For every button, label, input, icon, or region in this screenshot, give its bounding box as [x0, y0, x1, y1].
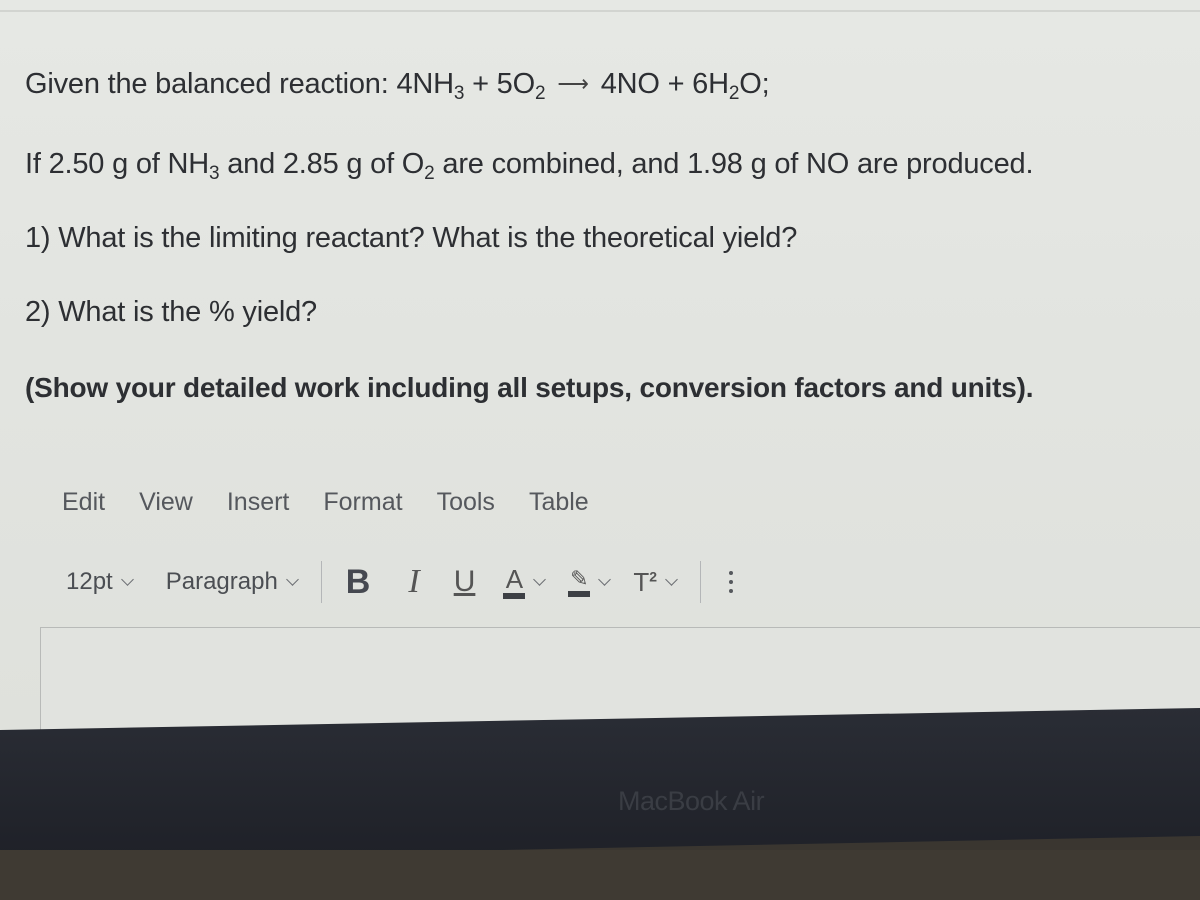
- more-vertical-icon-dot: [729, 589, 734, 593]
- question-part-2: 2) What is the % yield?: [25, 296, 317, 328]
- italic-icon: I: [408, 563, 420, 600]
- device-label: MacBook Air: [618, 786, 765, 816]
- chevron-down-icon: [533, 572, 547, 586]
- arrow-icon: ⟶: [557, 71, 589, 96]
- question-reaction: Given the balanced reaction: 4NH3 + 5O2 ⟶…: [25, 68, 770, 104]
- question-given: If 2.50 g of NH3 and 2.85 g of O2 are co…: [25, 148, 1034, 184]
- chevron-down-icon: [285, 572, 299, 586]
- screen: Given the balanced reaction: 4NH3 + 5O2 ⟶…: [0, 0, 1200, 738]
- editor-toolbar: 12pt Paragraph B I U A ✎ T2: [66, 560, 734, 604]
- toolbar-divider: [320, 561, 322, 603]
- color-swatch: [503, 592, 526, 599]
- laptop-bezel: [0, 708, 1200, 860]
- bold-icon: B: [345, 562, 371, 601]
- italic-button[interactable]: I: [408, 563, 419, 601]
- chevron-down-icon: [120, 572, 134, 586]
- menu-edit[interactable]: Edit: [62, 488, 105, 517]
- chevron-down-icon: [598, 572, 612, 586]
- chevron-down-icon: [665, 572, 678, 586]
- question-part-1: 1) What is the limiting reactant? What i…: [25, 222, 798, 254]
- toolbar-divider: [700, 561, 702, 603]
- question-instructions: (Show your detailed work including all s…: [25, 372, 1034, 403]
- more-options-button[interactable]: [729, 571, 734, 593]
- font-size-select[interactable]: 12pt: [66, 568, 134, 596]
- menu-view[interactable]: View: [139, 488, 193, 517]
- superscript-icon: T2: [633, 566, 658, 597]
- editor-menubar: Edit View Insert Format Tools Table: [62, 488, 589, 517]
- bold-button[interactable]: B: [346, 563, 371, 602]
- menu-table[interactable]: Table: [529, 488, 589, 517]
- more-vertical-icon-dot: [729, 580, 734, 584]
- highlight-color-button[interactable]: ✎: [568, 567, 612, 597]
- block-format-select[interactable]: Paragraph: [166, 568, 299, 596]
- superscript-button[interactable]: T2: [633, 566, 678, 598]
- text-color-button[interactable]: A: [503, 566, 547, 599]
- menu-insert[interactable]: Insert: [227, 488, 290, 517]
- background-surface: [0, 850, 1200, 900]
- more-vertical-icon: [729, 571, 734, 575]
- color-swatch: [568, 590, 591, 597]
- underline-icon: U: [453, 565, 476, 598]
- divider: [0, 10, 1200, 12]
- menu-tools[interactable]: Tools: [437, 488, 495, 517]
- menu-format[interactable]: Format: [323, 488, 402, 517]
- text-color-icon: A: [503, 566, 526, 599]
- underline-button[interactable]: U: [454, 565, 476, 599]
- highlighter-icon: ✎: [568, 567, 591, 597]
